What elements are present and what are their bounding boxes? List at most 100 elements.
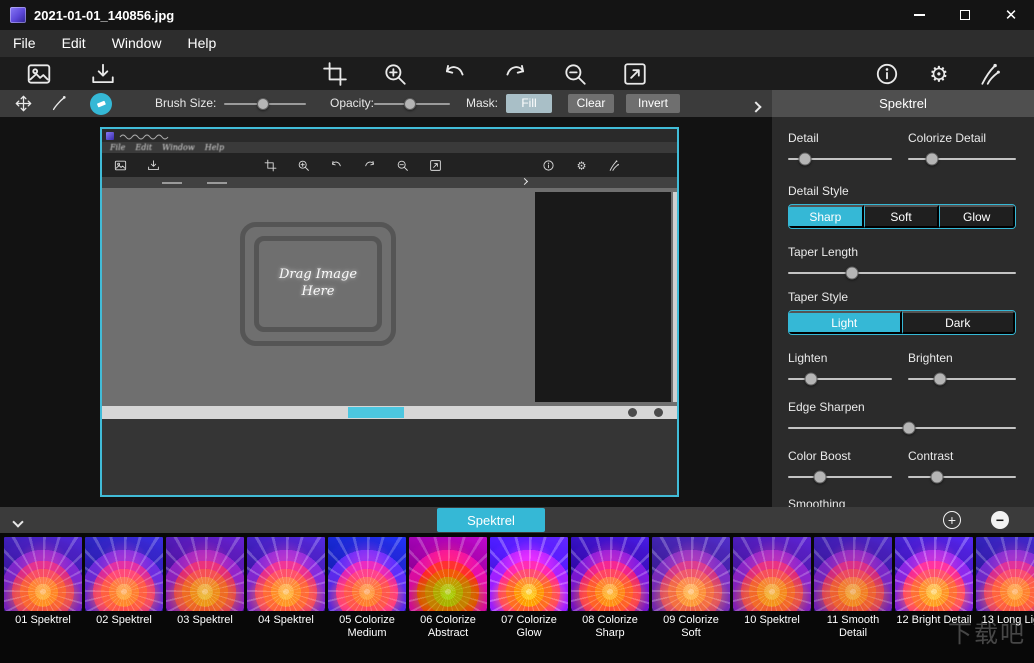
zoom-in-button[interactable] <box>382 61 408 87</box>
brighten-slider[interactable] <box>908 371 1016 386</box>
undo-icon <box>445 64 464 75</box>
colorize-detail-knob[interactable] <box>925 152 939 165</box>
color-boost-slider[interactable] <box>788 469 892 484</box>
menu-file[interactable]: File <box>0 30 49 57</box>
window-controls: ✕ <box>896 0 1034 30</box>
add-preset-button[interactable]: + <box>943 511 961 529</box>
detail-style-soft[interactable]: Soft <box>863 205 940 228</box>
open-image-button[interactable] <box>26 61 52 87</box>
preset-thumbnail[interactable]: 03 Spektrel <box>166 537 244 663</box>
contrast-slider[interactable] <box>908 469 1016 484</box>
edge-sharpen-slider[interactable] <box>788 420 1016 435</box>
remove-preset-button[interactable]: − <box>991 511 1009 529</box>
move-tool-button[interactable] <box>14 94 33 113</box>
preset-thumbnail[interactable]: 01 Spektrel <box>4 537 82 663</box>
color-boost-knob[interactable] <box>813 470 827 483</box>
brush-size-slider[interactable] <box>224 96 306 111</box>
fit-image-button[interactable] <box>622 61 648 87</box>
toolbar-right-group: ⚙ <box>874 57 1004 90</box>
preset-thumbnail[interactable]: 10 Spektrel <box>733 537 811 663</box>
inner-options-bar <box>102 177 677 188</box>
inner-toolbar-icon <box>148 159 159 170</box>
inner-add-icon <box>628 408 637 417</box>
inner-titlebar <box>102 129 677 142</box>
maximize-icon <box>960 10 970 20</box>
edge-sharpen-label: Edge Sharpen <box>788 400 865 414</box>
collapse-options-button[interactable] <box>750 99 762 114</box>
preset-thumbnail[interactable]: 06 Colorize Abstract <box>409 537 487 663</box>
preset-thumbnail[interactable]: 12 Bright Detail <box>895 537 973 663</box>
preset-thumbnail-label: 05 Colorize Medium <box>339 614 395 639</box>
preset-thumbnail-label: 01 Spektrel <box>15 614 71 626</box>
edge-sharpen-knob[interactable] <box>902 421 916 434</box>
redo-button[interactable] <box>502 61 528 87</box>
preset-thumbnail[interactable]: 09 Colorize Soft <box>652 537 730 663</box>
preset-thumbnail-image <box>652 537 730 611</box>
preset-thumbnail-label: 07 Colorize Glow <box>501 614 557 639</box>
window-title: 2021-01-01_140856.jpg <box>34 7 175 23</box>
minimize-button[interactable] <box>896 0 942 30</box>
brush-tool-button[interactable] <box>50 94 69 113</box>
preset-thumbnail[interactable]: 04 Spektrel <box>247 537 325 663</box>
settings-button[interactable]: ⚙ <box>926 61 952 87</box>
collapse-presets-button[interactable] <box>12 514 24 529</box>
opacity-knob[interactable] <box>403 97 416 110</box>
maximize-button[interactable] <box>942 0 988 30</box>
import-icon <box>92 63 114 83</box>
inner-toolbar-icon <box>114 160 127 170</box>
current-preset-button[interactable]: Spektrel <box>437 508 545 532</box>
menu-window[interactable]: Window <box>99 30 175 57</box>
detail-slider[interactable] <box>788 151 892 166</box>
mask-clear-button[interactable]: Clear <box>568 94 614 113</box>
inner-toolbar-icon <box>365 160 375 166</box>
menubar: File Edit Window Help <box>0 30 1034 57</box>
inner-toolbar-icon <box>543 159 554 171</box>
photo-icon <box>27 63 51 84</box>
preset-thumbnail-label: 06 Colorize Abstract <box>420 614 476 639</box>
preset-thumbnail-label: 11 Smooth Detail <box>826 614 880 639</box>
detail-label: Detail <box>788 131 819 145</box>
detail-knob[interactable] <box>798 152 812 165</box>
settings-panel: Detail Colorize Detail Detail Style Shar… <box>772 117 1034 507</box>
taper-length-slider[interactable] <box>788 265 1016 280</box>
contrast-knob[interactable] <box>930 470 944 483</box>
info-button[interactable] <box>874 61 900 87</box>
detail-style-glow[interactable]: Glow <box>939 205 1015 228</box>
detail-style-sharp[interactable]: Sharp <box>789 205 864 228</box>
menu-edit[interactable]: Edit <box>49 30 99 57</box>
mask-invert-button[interactable]: Invert <box>626 94 680 113</box>
brush-size-knob[interactable] <box>256 97 269 110</box>
colorboost-contrast-row: Color Boost Contrast <box>788 449 1016 484</box>
preset-thumbnail[interactable]: 13 Long Light <box>976 537 1034 663</box>
opacity-slider[interactable] <box>374 96 450 111</box>
preset-thumbnail-label: 02 Spektrel <box>96 614 152 626</box>
preset-thumbnail[interactable]: 08 Colorize Sharp <box>571 537 649 663</box>
inner-menu-window: Window <box>162 142 195 152</box>
brighten-knob[interactable] <box>933 372 947 385</box>
eraser-tool-button[interactable] <box>90 92 112 115</box>
opacity-label: Opacity: <box>330 96 375 110</box>
zoom-out-button[interactable] <box>562 61 588 87</box>
lighten-knob[interactable] <box>804 372 818 385</box>
eraser-icon <box>96 100 106 108</box>
lighten-slider[interactable] <box>788 371 892 386</box>
taper-style-dark[interactable]: Dark <box>901 311 1015 334</box>
brushes-button[interactable] <box>978 61 1004 87</box>
preset-thumbnail[interactable]: 07 Colorize Glow <box>490 537 568 663</box>
mask-fill-button[interactable]: Fill <box>506 94 552 113</box>
undo-button[interactable] <box>442 61 468 87</box>
taper-length-group: Taper Length <box>788 245 1016 280</box>
menu-help[interactable]: Help <box>174 30 229 57</box>
import-image-button[interactable] <box>90 61 116 87</box>
colorize-detail-slider[interactable] <box>908 151 1016 166</box>
crop-button[interactable] <box>322 61 348 87</box>
taper-style-light[interactable]: Light <box>789 311 902 334</box>
preset-thumbnail-image <box>814 537 892 611</box>
preset-thumbnail[interactable]: 05 Colorize Medium <box>328 537 406 663</box>
preset-thumbnail[interactable]: 11 Smooth Detail <box>814 537 892 663</box>
taper-length-knob[interactable] <box>845 266 859 279</box>
close-button[interactable]: ✕ <box>988 0 1034 30</box>
canvas-image[interactable]: File Edit Window Help ⚙ Drag Image Here <box>100 127 679 497</box>
svg-text:⚙: ⚙ <box>577 160 587 172</box>
preset-thumbnail[interactable]: 02 Spektrel <box>85 537 163 663</box>
